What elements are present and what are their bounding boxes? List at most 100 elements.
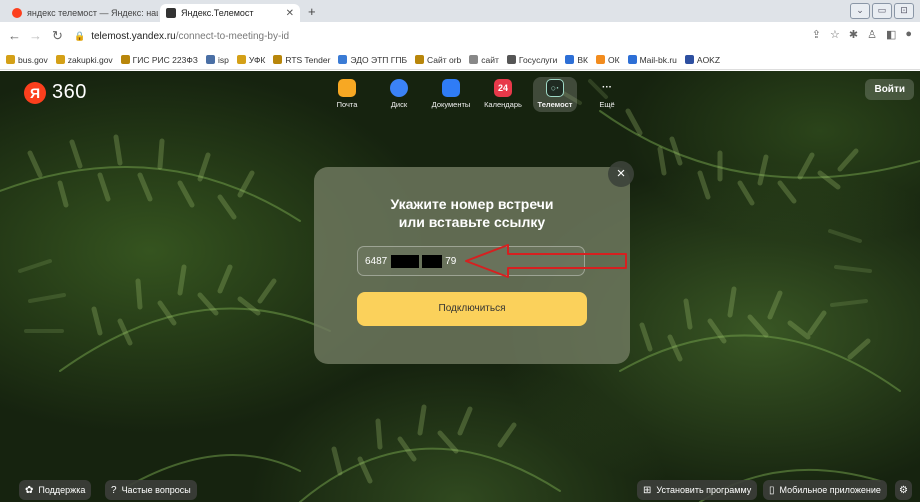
bookmark-star-icon[interactable]: ☆ — [830, 28, 840, 41]
red-arrow-annotation — [465, 244, 627, 278]
settings-button[interactable]: ⚙ — [895, 480, 912, 500]
url-field[interactable]: 🔒 telemost.yandex.ru /connect-to-meeting… — [74, 26, 914, 46]
install-app-button[interactable]: ⊞ Установить программу — [637, 480, 758, 500]
calendar-icon: 24 — [494, 79, 512, 97]
tab-yandex-search[interactable]: яндекс телемост — Яндекс: нашл ✕ — [6, 4, 158, 22]
bookmark-label: ЭДО ЭТП ГПБ — [350, 54, 408, 65]
bookmark-icon — [273, 55, 283, 64]
bookmark-item[interactable]: ОК — [596, 55, 620, 65]
bookmark-icon — [6, 55, 15, 64]
windows-icon: ⊞ — [643, 484, 652, 496]
bookmark-label: ОК — [608, 54, 620, 65]
bookmark-item[interactable]: сайт — [469, 55, 499, 65]
yandex-logo-icon: Я — [24, 81, 46, 104]
bookmark-label: сайт — [481, 54, 499, 65]
mobile-app-button[interactable]: ▯ Мобильное приложение — [763, 480, 887, 500]
bookmark-icon — [415, 55, 425, 64]
share-icon[interactable]: ⇪ — [812, 28, 821, 41]
bookmark-icon — [338, 55, 348, 64]
bookmark-label: ВК — [577, 54, 589, 65]
url-path: /connect-to-meeting-by-id — [175, 30, 290, 42]
bookmark-label: bus.gov — [18, 54, 48, 65]
bookmark-label: isp — [217, 54, 229, 65]
bookmark-item[interactable]: Госуслуги — [506, 55, 557, 65]
service-more[interactable]: ··· Ещё — [585, 77, 629, 112]
bookmark-icon — [236, 55, 246, 64]
bookmark-item[interactable]: Сайт orb — [415, 55, 461, 65]
bookmark-item[interactable]: zakupki.gov — [55, 54, 113, 65]
url-host: telemost.yandex.ru — [91, 30, 176, 42]
bookmark-icon — [506, 55, 516, 64]
more-dots-icon: ··· — [602, 82, 612, 93]
tab-telemost[interactable]: Яндекс.Телемост ✕ — [160, 4, 300, 22]
faq-button[interactable]: ? Частые вопросы — [105, 480, 197, 500]
tab-title: Яндекс.Телемост — [181, 8, 254, 18]
service-telemost[interactable]: ○· Телемост — [533, 77, 577, 112]
bookmark-icon — [205, 55, 215, 64]
reload-icon[interactable]: ↻ — [52, 28, 63, 44]
restore-button[interactable]: ⊡ — [894, 3, 914, 19]
dialog-title-line1: Укажите номер встречи — [390, 196, 554, 212]
login-button[interactable]: Войти — [865, 79, 914, 100]
extensions-icon[interactable]: ✱ — [849, 28, 858, 41]
dialog-title-line2: или вставьте ссылку — [398, 214, 546, 230]
bookmark-item[interactable]: isp — [205, 54, 229, 65]
bookmark-item[interactable]: bus.gov — [6, 55, 48, 65]
bookmark-icon — [469, 55, 479, 64]
toolbar-icons: ⇪ ☆ ✱ ♙ ◧ ● — [812, 28, 912, 41]
service-label: Календарь — [484, 100, 522, 109]
lock-icon: 🔒 — [74, 30, 86, 41]
faq-label: Частые вопросы — [121, 485, 191, 495]
gear-icon: ⚙ — [899, 484, 908, 496]
bookmark-item[interactable]: Mail-bk.ru — [627, 54, 677, 65]
meeting-id-suffix: 79 — [445, 255, 457, 267]
forward-arrow-icon[interactable]: → — [29, 28, 42, 43]
bookmark-icon — [565, 55, 575, 64]
service-mail[interactable]: Почта — [325, 77, 369, 112]
yandex-360-logo[interactable]: Я 360 — [24, 81, 87, 104]
close-dialog-button[interactable]: × — [608, 161, 634, 187]
phone-icon: ▯ — [769, 484, 775, 496]
redaction-block — [422, 254, 443, 268]
bookmark-item[interactable]: ЭДО ЭТП ГПБ — [338, 55, 407, 65]
service-calendar[interactable]: 24 Календарь — [481, 77, 525, 112]
maximize-button[interactable]: ▭ — [872, 3, 892, 19]
service-label: Почта — [336, 100, 358, 109]
new-tab-button[interactable]: + — [308, 4, 316, 19]
bookmark-label: RTS Tender — [285, 54, 331, 65]
bookmarks-bar: bus.gov zakupki.gov ГИС РИС 223ФЗ isp УФК RTS… — [0, 50, 920, 70]
connect-button[interactable]: Подключиться — [357, 292, 587, 326]
back-arrow-icon[interactable]: ← — [8, 28, 21, 43]
service-disk[interactable]: Диск — [377, 77, 421, 112]
bookmark-label: УФК — [248, 54, 266, 65]
bookmark-item[interactable]: УФК — [236, 54, 266, 65]
documents-icon — [442, 79, 460, 97]
bookmark-label: Mail-bk.ru — [639, 54, 677, 65]
mail-icon — [338, 79, 356, 97]
support-label: Поддержка — [38, 485, 86, 495]
minimize-button[interactable]: ⌄ — [850, 3, 870, 19]
redaction-block — [391, 254, 420, 268]
bookmark-label: zakupki.gov — [67, 54, 113, 65]
bookmark-icon — [627, 55, 637, 64]
bookmark-label: ГИС РИС 223ФЗ — [132, 54, 198, 65]
close-tab-icon[interactable]: ✕ — [286, 8, 294, 19]
question-icon: ? — [111, 484, 117, 496]
service-label: Документы — [431, 100, 471, 109]
dialog-title: Укажите номер встречи или вставьте ссылк… — [314, 195, 630, 231]
profile-icon[interactable]: ● — [905, 28, 912, 41]
sidebar-icon[interactable]: ◧ — [886, 28, 896, 41]
bookmark-item[interactable]: ВК — [565, 55, 588, 65]
service-label: Диск — [390, 100, 408, 109]
bookmark-item[interactable]: AOKZ — [684, 55, 720, 65]
user-extension-icon[interactable]: ♙ — [867, 28, 877, 41]
bookmark-icon — [120, 55, 130, 64]
support-button[interactable]: ✿ Поддержка — [19, 480, 92, 500]
service-documents[interactable]: Документы — [429, 77, 473, 112]
service-label: Ещё — [599, 100, 615, 109]
bookmark-item[interactable]: RTS Tender — [273, 55, 330, 65]
bookmark-item[interactable]: ГИС РИС 223ФЗ — [120, 54, 198, 65]
bookmark-label: Сайт orb — [427, 54, 462, 65]
bookmark-icon — [596, 55, 606, 64]
yandex-favicon-icon — [12, 8, 22, 18]
